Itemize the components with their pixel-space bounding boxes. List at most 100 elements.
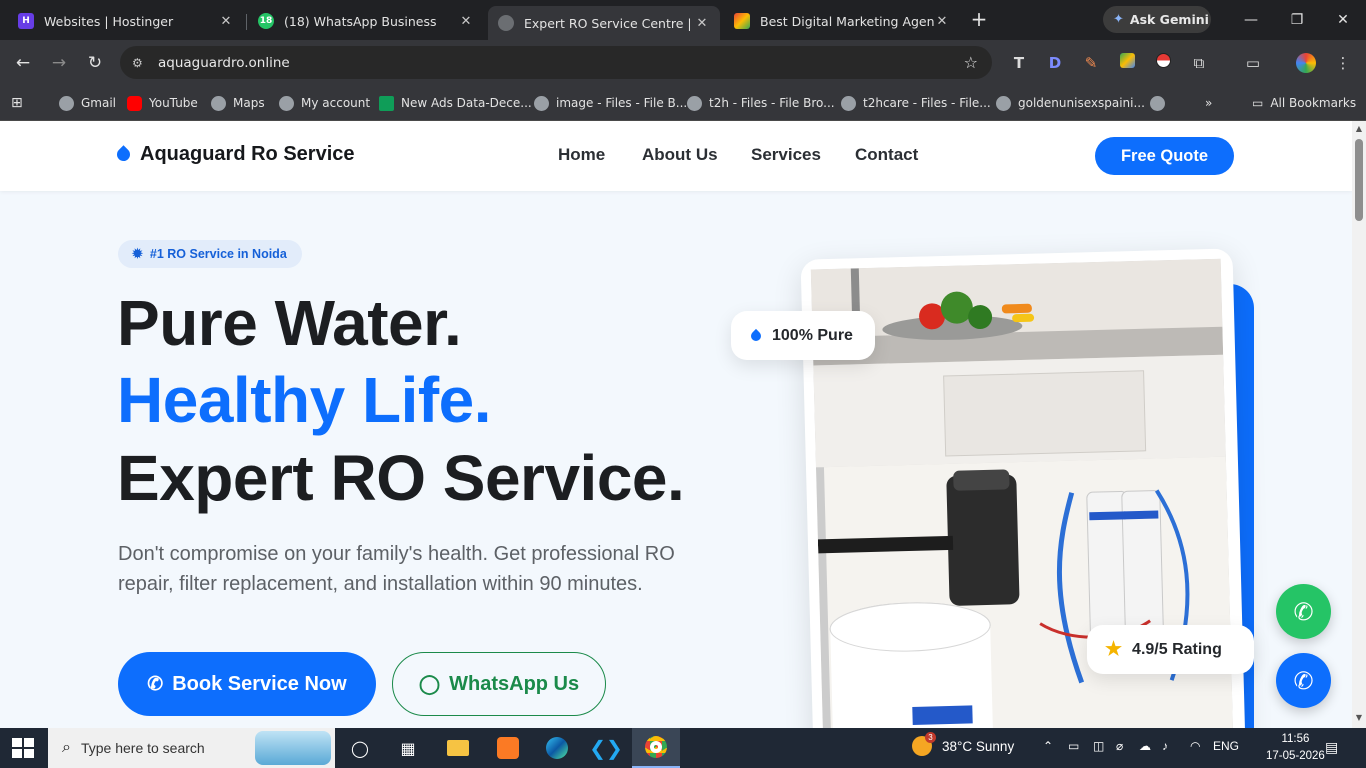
globe-icon <box>279 95 294 111</box>
whatsapp-us-label: WhatsApp Us <box>449 672 580 695</box>
site-logo[interactable]: Aquaguard Ro Service <box>114 143 355 166</box>
windows-start-icon[interactable] <box>12 738 34 758</box>
pen-extension-icon[interactable]: ✎ <box>1081 53 1101 73</box>
forward-arrow-icon[interactable]: → <box>47 51 71 75</box>
close-icon[interactable]: ✕ <box>694 16 710 31</box>
all-bookmarks-folder[interactable]: ▭ All Bookmarks <box>1252 93 1356 113</box>
whatsapp-float-button[interactable]: ✆ <box>1276 584 1331 639</box>
bookmark-ads-data[interactable]: New Ads Data-Dece... <box>379 93 532 113</box>
globe-icon <box>841 95 856 111</box>
profile-avatar[interactable] <box>1296 53 1316 73</box>
bookmark-image-files[interactable]: image - Files - File B... <box>534 93 687 113</box>
page-scrollbar[interactable]: ▲ ▼ <box>1352 121 1366 728</box>
tab-title: Websites | Hostinger <box>44 13 174 29</box>
tab-title: Expert RO Service Centre | Aqua <box>524 15 694 31</box>
weather-widget[interactable]: 3 38°C Sunny <box>912 732 1014 756</box>
bookmark-t2h-files[interactable]: t2h - Files - File Bro... <box>687 93 835 113</box>
network-off-icon[interactable]: ⌀ <box>1116 739 1123 753</box>
globe-icon <box>534 95 549 111</box>
widgets-icon[interactable]: ▦ <box>394 734 422 762</box>
whatsapp-icon: 18 <box>258 13 274 29</box>
bookmark-label: Gmail <box>81 96 117 110</box>
search-placeholder: Type here to search <box>80 740 205 756</box>
tab-hostinger[interactable]: H Websites | Hostinger ✕ <box>8 6 244 36</box>
bookmark-gmail[interactable]: Gmail <box>59 93 116 113</box>
notification-icon[interactable]: ▤ <box>1325 739 1338 756</box>
xampp-icon[interactable] <box>494 734 522 762</box>
d-extension-icon[interactable]: D <box>1045 53 1065 73</box>
water-drop-icon <box>114 145 133 164</box>
nav-contact[interactable]: Contact <box>855 145 918 165</box>
clock-date: 17-05-2026 <box>1266 750 1325 762</box>
restore-button[interactable]: ❐ <box>1274 8 1320 32</box>
reload-icon[interactable]: ↻ <box>83 51 107 75</box>
weather-badge: 3 <box>925 732 936 743</box>
vscode-icon[interactable]: ❮❯ <box>589 734 623 762</box>
ask-gemini-button[interactable]: ✦ Ask Gemini <box>1103 6 1211 33</box>
nav-services[interactable]: Services <box>751 145 821 165</box>
apps-grid-icon[interactable]: ⊞ <box>11 93 23 113</box>
pokeball-extension-icon[interactable] <box>1153 53 1173 73</box>
back-arrow-icon[interactable]: ← <box>11 51 35 75</box>
bookmark-youtube[interactable]: YouTube <box>127 93 198 113</box>
headline-line-2: Healthy Life. <box>117 364 492 436</box>
bookmark-my-account[interactable]: My account <box>279 93 370 113</box>
bookmark-maps[interactable]: Maps <box>211 93 265 113</box>
chevron-more-icon[interactable]: » <box>1205 93 1212 113</box>
close-window-button[interactable]: ✕ <box>1320 8 1366 32</box>
chevron-up-icon[interactable]: ⌃ <box>1043 739 1053 753</box>
minimize-button[interactable]: — <box>1228 8 1274 32</box>
device-icon[interactable]: ◫ <box>1093 739 1104 753</box>
bookmark-label: New Ads Data-Dece... <box>401 96 532 110</box>
bookmark-t2hcare-files[interactable]: t2hcare - Files - File... <box>841 93 991 113</box>
language-indicator[interactable]: ENG <box>1213 739 1239 753</box>
extensions-puzzle-icon[interactable]: ⧉ <box>1189 53 1209 73</box>
nav-home[interactable]: Home <box>558 145 605 165</box>
close-icon[interactable]: ✕ <box>934 14 950 29</box>
tab-aquaguard[interactable]: Expert RO Service Centre | Aqua ✕ <box>488 6 720 40</box>
whatsapp-us-button[interactable]: ◯ WhatsApp Us <box>392 652 606 716</box>
close-icon[interactable]: ✕ <box>218 14 234 29</box>
clock[interactable]: 11:56 17-05-2026 <box>1266 731 1325 765</box>
free-quote-button[interactable]: Free Quote <box>1095 137 1234 175</box>
color-extension-icon[interactable] <box>1117 53 1137 73</box>
cloud-icon[interactable]: ☁ <box>1139 739 1151 753</box>
bookmarks-bar: ⊞ Gmail YouTube Maps My account New Ads … <box>0 85 1366 121</box>
bookmark-goldenunisex[interactable]: goldenunisexspaini... <box>996 93 1145 113</box>
scroll-up-icon[interactable]: ▲ <box>1354 124 1364 133</box>
book-service-button[interactable]: ✆ Book Service Now <box>118 652 376 716</box>
bookmark-star-icon[interactable]: ☆ <box>964 53 978 72</box>
address-bar[interactable]: ⚙ aquaguardro.online ☆ <box>120 46 992 79</box>
bookmark-label: image - Files - File B... <box>556 96 688 110</box>
book-service-label: Book Service Now <box>172 672 347 695</box>
speaker-icon[interactable]: ♪ <box>1162 739 1168 753</box>
globe-icon <box>996 95 1011 111</box>
globe-icon <box>687 95 702 111</box>
purity-chip: 100% Pure <box>731 311 875 360</box>
edge-icon[interactable] <box>543 734 571 762</box>
close-icon[interactable]: ✕ <box>458 14 474 29</box>
scroll-down-icon[interactable]: ▼ <box>1354 713 1364 722</box>
scrollbar-thumb[interactable] <box>1355 139 1363 221</box>
rating-chip-label: 4.9/5 Rating <box>1132 640 1222 658</box>
wifi-icon[interactable]: ◠ <box>1190 739 1200 753</box>
menu-kebab-icon[interactable]: ⋮ <box>1333 53 1353 73</box>
hostinger-icon: H <box>18 13 34 29</box>
nav-about-us[interactable]: About Us <box>642 145 718 165</box>
file-explorer-icon[interactable] <box>444 734 472 762</box>
chrome-taskbar-icon[interactable] <box>632 728 680 768</box>
globe-icon <box>59 95 74 111</box>
taskbar-search-box[interactable]: ⌕ Type here to search <box>48 728 335 768</box>
call-float-button[interactable]: ✆ <box>1276 653 1331 708</box>
web-page: Aquaguard Ro Service Home About Us Servi… <box>0 121 1352 728</box>
new-tab-button[interactable]: + <box>968 8 990 30</box>
battery-icon[interactable]: ▭ <box>1068 739 1079 753</box>
site-info-icon[interactable]: ⚙ <box>132 56 150 70</box>
task-view-icon[interactable]: ◯ <box>346 734 374 762</box>
tab-marketing[interactable]: Best Digital Marketing Agency ✕ <box>724 6 960 36</box>
bookmark-unnamed[interactable] <box>1150 93 1172 113</box>
phone-icon: ✆ <box>1293 666 1314 695</box>
text-extension-icon[interactable]: T <box>1009 53 1029 73</box>
tab-search-icon[interactable]: ▭ <box>1243 53 1263 73</box>
tab-whatsapp[interactable]: 18 (18) WhatsApp Business ✕ <box>248 6 484 36</box>
